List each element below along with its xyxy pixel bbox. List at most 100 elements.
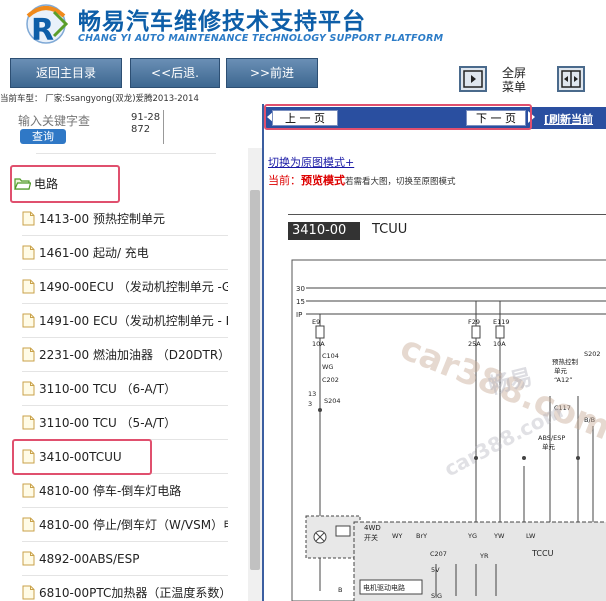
- document-icon: [22, 211, 35, 226]
- conn-c104: C104: [322, 352, 339, 360]
- tree-item[interactable]: 3110-00 TCU （5-A/T）: [22, 407, 228, 440]
- tree-item[interactable]: 2231-00 燃油加油器 （D20DTR）: [22, 339, 228, 372]
- wiring-diagram[interactable]: 3410-00 TCUU 30 15 IP E9 10A F29 25A E11…: [288, 196, 606, 601]
- document-icon: [22, 279, 35, 294]
- preheat-ctrl: 预热控制: [552, 357, 579, 366]
- document-icon: [22, 585, 35, 600]
- left-panel: 查询 91-28872 电路 1413-00 预热控制单元1461-00 起动/…: [0, 104, 262, 601]
- abs-esp: ABS/ESP: [538, 434, 565, 442]
- wire-lw: LW: [526, 532, 536, 540]
- fullscreen-label: 全屏: [502, 66, 527, 80]
- search-row: 查询 91-28872: [0, 104, 262, 148]
- home-button[interactable]: 返回主目录: [10, 58, 122, 88]
- result-count: 91-28872: [131, 112, 161, 135]
- document-icon: [22, 415, 35, 430]
- conn-c202: C202: [322, 376, 339, 384]
- rail-30: 30: [296, 285, 305, 293]
- current-mode-value: 预览模式: [301, 174, 345, 187]
- category-tree: 电路 1413-00 预热控制单元 1461-00 起动/ 充电 1490-00EC…: [0, 148, 248, 601]
- search-divider: [163, 110, 164, 144]
- left-scrollbar-thumb[interactable]: [250, 190, 260, 570]
- search-button[interactable]: 查询: [20, 129, 66, 144]
- rail-ip: IP: [296, 311, 302, 319]
- document-icon: [22, 245, 35, 260]
- document-icon: [22, 517, 35, 532]
- tree-item-label: 1413-00 预热控制单元: [39, 212, 165, 226]
- collapse-menu-button[interactable]: [459, 66, 487, 92]
- wiring-schematic: 30 15 IP E9 10A F29 25A E119 10A C104 WG…: [291, 259, 606, 601]
- wire-yw: YW: [493, 532, 505, 540]
- switch-to-original-mode-link[interactable]: 切换为原图模式+: [268, 154, 354, 170]
- fuse-f29-amp: 25A: [468, 340, 481, 348]
- wire-wg: WG: [322, 363, 333, 371]
- pin-3: 3: [308, 400, 312, 408]
- tree-item-label: 6810-00PTC加热器（正温度系数）: [39, 586, 228, 600]
- split-view-icon: [561, 70, 581, 88]
- tree-item[interactable]: 4892-00ABS/ESP: [22, 543, 228, 576]
- wire-b: B: [338, 586, 342, 594]
- expand-panel-button[interactable]: [557, 66, 585, 92]
- tree-item-label: 1491-00 ECU（发动机控制单元 - D27: [39, 314, 228, 328]
- tree-item-label: 1490-00ECU （发动机控制单元 -GSL: [39, 280, 228, 294]
- document-icon: [22, 347, 35, 362]
- tree-truncated-item: [36, 148, 216, 154]
- refresh-current-link[interactable]: [刷新当前: [544, 111, 593, 127]
- abs-unit: 单元: [542, 442, 556, 451]
- tree-item[interactable]: 1490-00ECU （发动机控制单元 -GSL: [22, 271, 228, 304]
- document-icon: [22, 551, 35, 566]
- switch-kai: 开关: [364, 533, 378, 542]
- splice-s202: S202: [584, 350, 601, 358]
- fuse-e119-amp: 10A: [493, 340, 506, 348]
- tree-item-label: 3110-00 TCU （5-A/T）: [39, 416, 177, 430]
- tree-item[interactable]: 1461-00 起动/ 充电: [22, 237, 228, 270]
- back-button[interactable]: <<后退.: [130, 58, 220, 88]
- forward-button[interactable]: >>前进: [226, 58, 318, 88]
- panel-left-icon: [463, 70, 483, 88]
- fuse-e9: E9: [312, 318, 320, 326]
- splice-s204: S204: [324, 397, 341, 405]
- current-mode-key: 当前：: [268, 174, 301, 187]
- fullscreen-menu-label[interactable]: 全屏 菜单: [502, 66, 526, 94]
- fuse-f29: F29: [468, 318, 480, 326]
- current-model-line: 当前车型： 厂家:Ssangyong(双龙)爱腾2013-2014: [0, 94, 199, 104]
- tree-item[interactable]: 6810-00PTC加热器（正温度系数）: [22, 577, 228, 601]
- site-header: R 畅易汽车维修技术支持平台 CHANG YI AUTO MAINTENANCE…: [0, 0, 606, 56]
- viewer-panel: 上 一 页 下 一 页 [刷新当前 切换为原图模式+ 当前：预览模式若需看大图，…: [262, 104, 606, 601]
- rail-15: 15: [296, 298, 305, 306]
- search-input[interactable]: [18, 113, 128, 129]
- folder-highlight-frame: [10, 165, 120, 203]
- pin-13: 13: [308, 390, 316, 398]
- tree-item[interactable]: 4810-00 停止/倒车灯（W/VSM）电路: [22, 509, 228, 542]
- tree-item[interactable]: 4810-00 停车-倒车灯电路: [22, 475, 228, 508]
- brand-logo-icon: R: [26, 4, 69, 48]
- document-icon: [22, 483, 35, 498]
- current-mode-hint: 若需看大图，切换至原图模式: [345, 177, 456, 187]
- tree-item-label: 4810-00 停车-倒车灯电路: [39, 484, 182, 498]
- switch-4wd: 4WD: [364, 524, 381, 532]
- brand-title-en: CHANG YI AUTO MAINTENANCE TECHNOLOGY SUP…: [78, 33, 444, 44]
- wire-yg: YG: [467, 532, 477, 540]
- document-icon: [22, 313, 35, 328]
- tree-item-label: 2231-00 燃油加油器 （D20DTR）: [39, 348, 228, 362]
- fuse-e119: E119: [493, 318, 510, 326]
- tree-item-label: 4892-00ABS/ESP: [39, 552, 140, 566]
- left-scrollbar[interactable]: [248, 148, 262, 601]
- conn-c207: C207: [430, 550, 447, 558]
- wire-bry: BrY: [416, 532, 427, 540]
- wire-bb: B/B: [584, 416, 595, 424]
- tree-item[interactable]: 1413-00 预热控制单元: [22, 203, 228, 236]
- svg-text:R: R: [31, 13, 54, 48]
- page-nav-highlight-frame: [264, 104, 532, 130]
- selected-item-highlight-frame: [12, 439, 152, 475]
- tree-item-label: 3110-00 TCU （6-A/T）: [39, 382, 177, 396]
- preheat-unit: 单元: [554, 366, 568, 375]
- document-icon: [22, 381, 35, 396]
- sig-label: SIG: [431, 592, 442, 600]
- motor-drive-label: 电机驱动电路: [363, 583, 405, 592]
- tccu-label: TCCU: [531, 549, 554, 558]
- current-mode-line: 当前：预览模式若需看大图，切换至原图模式: [268, 172, 456, 188]
- tree-item-label: 1461-00 起动/ 充电: [39, 246, 149, 260]
- v5-label: 5V: [431, 566, 440, 574]
- tree-item[interactable]: 3110-00 TCU （6-A/T）: [22, 373, 228, 406]
- tree-item[interactable]: 1491-00 ECU（发动机控制单元 - D27: [22, 305, 228, 338]
